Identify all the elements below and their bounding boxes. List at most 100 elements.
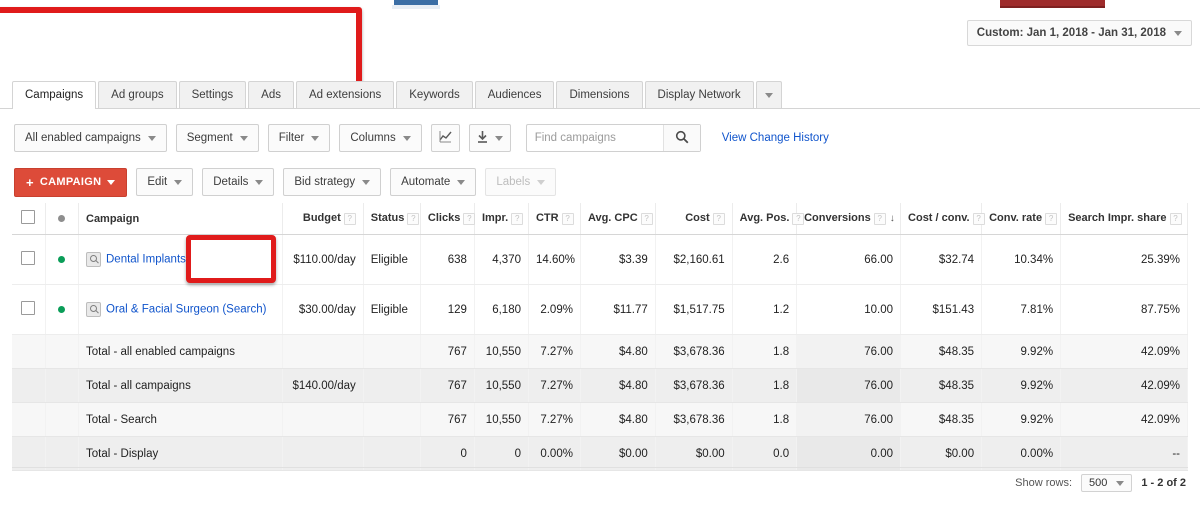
header-label: Conversions — [804, 212, 871, 225]
help-icon[interactable]: ? — [463, 212, 476, 225]
search-button[interactable] — [662, 125, 700, 151]
checkbox-icon[interactable] — [21, 210, 36, 224]
help-icon[interactable]: ? — [873, 212, 886, 225]
campaign-preview-icon[interactable] — [86, 302, 101, 317]
search-icon — [675, 130, 689, 147]
tab-dimensions[interactable]: Dimensions — [556, 81, 643, 108]
chevron-down-icon — [255, 179, 264, 185]
search-input[interactable] — [526, 126, 663, 150]
tab-ad-extensions[interactable]: Ad extensions — [296, 81, 395, 108]
details-dropdown[interactable]: Details — [202, 168, 275, 196]
cell-impr: 6,180 — [474, 284, 529, 335]
date-range-picker[interactable]: Custom: Jan 1, 2018 - Jan 31, 2018 — [966, 20, 1192, 46]
automate-dropdown[interactable]: Automate — [390, 168, 477, 196]
cell-conv-rate: 7.81% — [981, 284, 1062, 335]
header-campaign[interactable]: Campaign — [78, 203, 283, 235]
bid-strategy-dropdown[interactable]: Bid strategy — [283, 168, 382, 196]
labels-label: Labels — [496, 176, 531, 188]
totals-conversions: 76.00 — [796, 368, 902, 403]
columns-dropdown[interactable]: Columns — [339, 124, 422, 152]
header-ctr[interactable]: CTR? — [528, 203, 581, 235]
status-dot-icon — [58, 214, 66, 222]
cell-campaign[interactable]: Oral & Facial Surgeon (Search) — [78, 284, 283, 335]
cell-cost: $2,160.61 — [655, 234, 733, 285]
header-conversions[interactable]: Conversions? ↓ — [796, 203, 902, 235]
help-icon[interactable]: ? — [343, 212, 356, 225]
cell-budget[interactable]: $110.00/day — [282, 234, 364, 285]
view-change-history-link[interactable]: View Change History — [722, 132, 829, 144]
tab-ad-groups[interactable]: Ad groups — [98, 81, 177, 108]
campaign-link[interactable]: Dental Implants — [106, 254, 186, 266]
add-campaign-button[interactable]: + CAMPAIGN — [14, 167, 128, 197]
header-clicks[interactable]: Clicks? — [420, 203, 476, 235]
header-cost-conv[interactable]: Cost / conv.? — [900, 203, 985, 235]
campaign-filter-dropdown[interactable]: All enabled campaigns — [14, 124, 167, 152]
row-checkbox-cell[interactable] — [12, 284, 46, 335]
campaign-preview-icon[interactable] — [86, 252, 101, 267]
tab-label: Keywords — [409, 89, 460, 101]
checkbox-icon[interactable] — [21, 301, 36, 315]
cell-search-impr-share: 25.39% — [1060, 234, 1188, 285]
header-status[interactable]: Status? — [363, 203, 421, 235]
row-checkbox-cell[interactable] — [12, 234, 46, 285]
totals-avg-pos: 1.8 — [732, 368, 798, 403]
download-dropdown-button[interactable] — [468, 124, 511, 152]
header-label: Conv. rate — [989, 212, 1043, 225]
plus-icon: + — [26, 174, 34, 190]
help-icon[interactable]: ? — [1045, 212, 1058, 225]
header-avg-cpc[interactable]: Avg. CPC? — [580, 203, 656, 235]
chevron-down-icon — [311, 135, 320, 141]
edit-dropdown[interactable]: Edit — [136, 168, 194, 196]
campaign-link[interactable]: Oral & Facial Surgeon (Search) — [106, 304, 266, 316]
chevron-down-icon — [402, 135, 411, 141]
filter-dropdown[interactable]: Filter — [267, 124, 331, 152]
tab-settings[interactable]: Settings — [178, 81, 247, 108]
header-budget[interactable]: Budget? — [282, 203, 364, 235]
header-label: Budget — [302, 212, 341, 225]
help-icon[interactable]: ? — [407, 212, 420, 225]
totals-spacer — [45, 334, 80, 369]
help-icon[interactable]: ? — [561, 212, 574, 225]
header-impr[interactable]: Impr.? — [474, 203, 529, 235]
cell-budget[interactable]: $30.00/day — [282, 284, 364, 335]
header-search-impr-share[interactable]: Search Impr. share? — [1060, 203, 1188, 235]
header-cost[interactable]: Cost? — [655, 203, 733, 235]
totals-status — [363, 436, 421, 471]
tab-display-network[interactable]: Display Network — [644, 81, 754, 108]
help-icon[interactable]: ? — [640, 212, 653, 225]
totals-status — [363, 368, 421, 403]
row-status-dot-cell — [45, 234, 80, 285]
cell-status: Eligible — [363, 234, 421, 285]
search-box[interactable] — [525, 124, 701, 152]
header-conv-rate[interactable]: Conv. rate? — [981, 203, 1062, 235]
details-label: Details — [213, 176, 249, 188]
cell-impr: 4,370 — [474, 234, 529, 285]
help-icon[interactable]: ? — [511, 212, 524, 225]
select-all-header[interactable] — [12, 203, 46, 235]
show-rows-label: Show rows: — [1015, 477, 1073, 489]
header-avg-pos[interactable]: Avg. Pos.? — [732, 203, 805, 235]
checkbox-icon[interactable] — [21, 251, 36, 265]
help-icon[interactable]: ? — [1169, 212, 1182, 225]
totals-impr: 10,550 — [474, 368, 529, 403]
table-header-row: Campaign Budget? Status? Clicks? Impr.? … — [12, 203, 1188, 235]
chevron-down-icon — [1116, 480, 1125, 486]
help-icon[interactable]: ? — [972, 212, 985, 225]
tab-campaigns[interactable]: Campaigns — [12, 81, 97, 109]
help-icon[interactable]: ? — [792, 212, 805, 225]
help-icon[interactable]: ? — [712, 212, 725, 225]
totals-avg-cpc: $4.80 — [580, 368, 656, 403]
chart-toggle-button[interactable] — [430, 124, 460, 152]
tab-audiences[interactable]: Audiences — [474, 81, 555, 108]
cell-cost: $1,517.75 — [655, 284, 733, 335]
tab-ads[interactable]: Ads — [248, 81, 294, 108]
tab-overflow-button[interactable] — [755, 81, 782, 108]
segment-dropdown[interactable]: Segment — [175, 124, 259, 152]
table-row[interactable]: Oral & Facial Surgeon (Search) $30.00/da… — [12, 284, 1188, 335]
rows-per-page-select[interactable]: 500 — [1081, 474, 1133, 492]
totals-row-display: Total - Display 0 0 0.00% $0.00 $0.00 0.… — [12, 436, 1188, 471]
cell-avg-cpc: $11.77 — [580, 284, 656, 335]
top-right-red-bar — [1000, 0, 1105, 8]
tab-keywords[interactable]: Keywords — [396, 81, 473, 108]
totals-avg-cpc: $0.00 — [580, 436, 656, 471]
